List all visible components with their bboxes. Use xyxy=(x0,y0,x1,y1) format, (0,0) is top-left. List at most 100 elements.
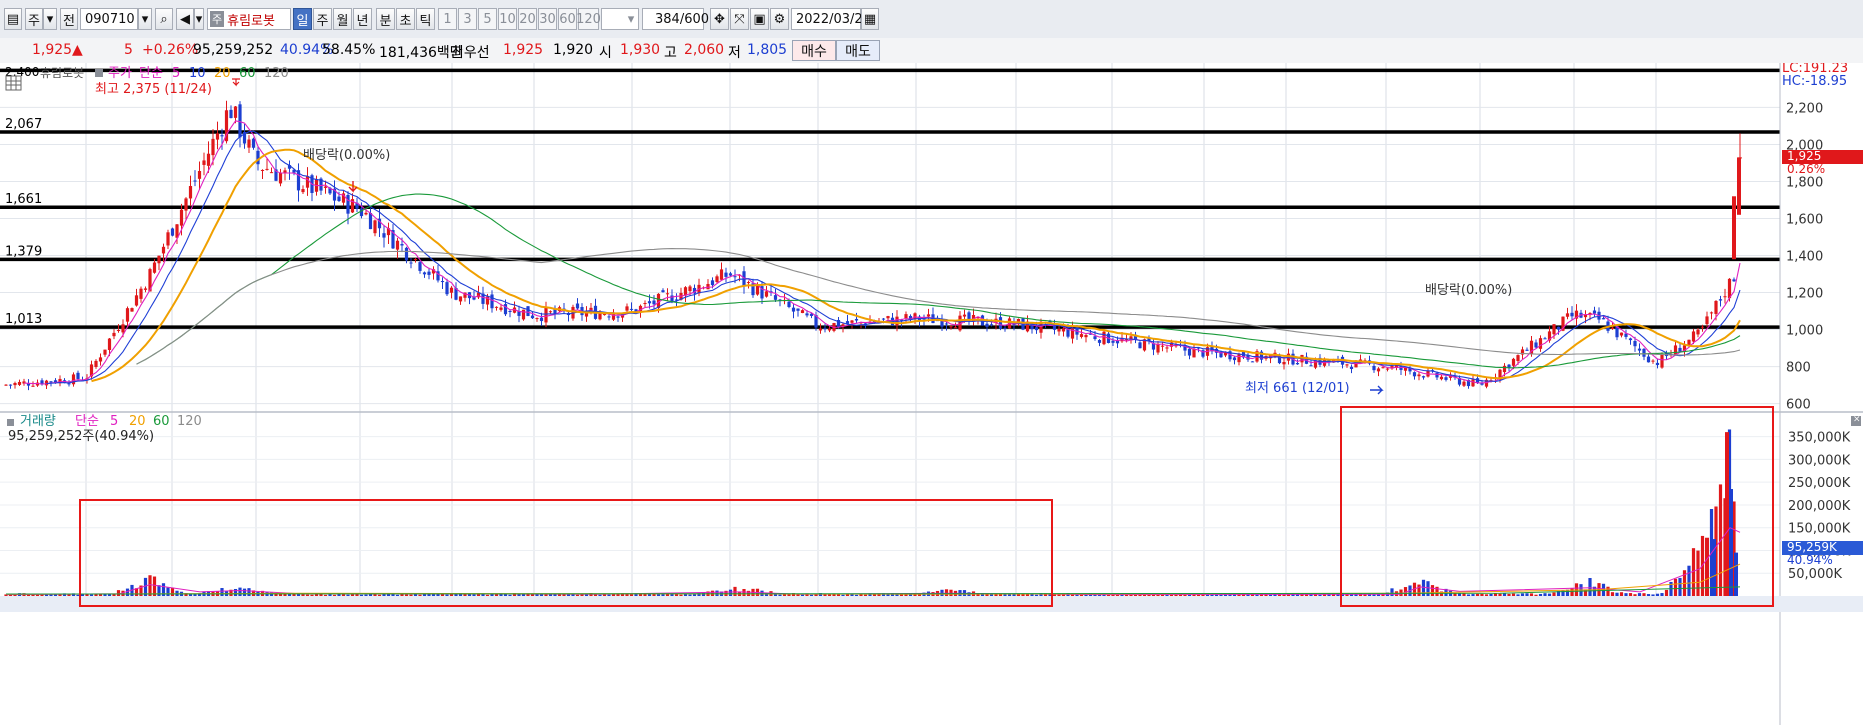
volume-bar xyxy=(364,594,368,596)
zoom-in-icon[interactable]: ✥ xyxy=(710,8,729,30)
interval-1-button[interactable]: 1 xyxy=(438,8,457,30)
stock-name: 휴림로봇 xyxy=(227,13,275,29)
candle-body xyxy=(184,198,188,211)
candle-body xyxy=(1637,348,1642,351)
best-ask: 1,920 xyxy=(553,42,594,58)
custom-interval-dropdown[interactable]: ▾ xyxy=(601,8,639,30)
candle-body xyxy=(1556,326,1561,330)
interval-60-button[interactable]: 60 xyxy=(558,8,577,30)
candle-body xyxy=(1538,338,1543,349)
candle-body xyxy=(1187,348,1192,356)
candle-body xyxy=(247,139,251,148)
volume-value: 95,259,252 xyxy=(193,42,274,58)
stock-chart[interactable]: 2,067 1,661 1,379 1,013 600 800 1,000 1,200 1,4… xyxy=(0,63,1863,725)
candle-body xyxy=(1349,366,1354,370)
candle-body xyxy=(1709,312,1714,314)
data-count-value: 384 xyxy=(655,11,680,27)
candle-body xyxy=(94,360,98,367)
support-line-label: 2,067 xyxy=(5,117,42,132)
volume-bar xyxy=(1687,565,1691,596)
volume-bar xyxy=(1516,594,1520,596)
date-input[interactable]: 2022/03/29 xyxy=(791,8,871,30)
volume-bar xyxy=(328,594,332,596)
volume-bar xyxy=(688,594,692,596)
candle-body xyxy=(953,327,958,329)
tab-weekly[interactable]: 주 xyxy=(313,8,332,30)
volume-bar xyxy=(661,594,665,596)
buy-button[interactable]: 매수 xyxy=(792,40,836,61)
data-count-input[interactable]: 384/600 xyxy=(642,8,709,30)
volume-bar xyxy=(1615,592,1619,596)
candle-body xyxy=(850,320,854,323)
candle-body xyxy=(791,307,796,312)
hc-indicator: HC:-18.95 xyxy=(1782,74,1847,89)
gear-icon[interactable]: ⚙ xyxy=(770,8,789,30)
candle-body xyxy=(1079,334,1084,337)
candle-body xyxy=(364,212,368,215)
chevron-down-icon: ▾ xyxy=(627,11,635,27)
volume-bar xyxy=(535,594,539,596)
calendar-icon[interactable]: ▦ xyxy=(861,8,879,30)
stock-name-field[interactable]: 주 휴림로봇 xyxy=(207,8,291,30)
candle-body xyxy=(1034,327,1039,331)
candle-body xyxy=(1435,372,1439,378)
candle-body xyxy=(1417,374,1421,377)
layout-icon[interactable]: ▤ xyxy=(4,8,22,30)
zoom-out-icon[interactable]: ⤧ xyxy=(730,8,749,30)
volume-bar xyxy=(733,586,737,596)
candle-body xyxy=(1444,377,1448,380)
volume-bar xyxy=(301,594,305,596)
interval-10-button[interactable]: 10 xyxy=(498,8,517,30)
candle-body xyxy=(260,169,265,171)
table-toggle-icon[interactable] xyxy=(5,75,22,91)
volume-bar xyxy=(418,594,422,596)
candle-body xyxy=(121,324,125,333)
tab-minute[interactable]: 분 xyxy=(376,8,395,30)
code-type-selector[interactable]: 전 xyxy=(60,8,78,30)
candle-body xyxy=(1160,345,1165,347)
candle-body xyxy=(926,314,931,317)
tab-second[interactable]: 초 xyxy=(396,8,415,30)
tab-tick[interactable]: 틱 xyxy=(416,8,435,30)
volume-bar xyxy=(1543,593,1547,596)
volume-bar xyxy=(350,594,355,596)
candle-body xyxy=(4,384,8,386)
interval-120-button[interactable]: 120 xyxy=(576,8,601,30)
support-line-label: 1,379 xyxy=(5,244,42,259)
candle-body xyxy=(575,303,580,309)
candle-body xyxy=(1511,358,1516,366)
interval-20-button[interactable]: 20 xyxy=(518,8,537,30)
candle-body xyxy=(139,288,143,299)
period-selector[interactable]: 주 xyxy=(25,8,43,30)
volume-bar xyxy=(598,594,602,596)
interval-3-button[interactable]: 3 xyxy=(458,8,477,30)
stock-code-input[interactable]: 090710 xyxy=(80,8,138,30)
tab-monthly[interactable]: 월 xyxy=(333,8,352,30)
volume-bar xyxy=(692,594,697,596)
interval-5-button[interactable]: 5 xyxy=(478,8,497,30)
volume-bar xyxy=(1507,593,1511,596)
candle-body xyxy=(1610,327,1615,329)
sell-button[interactable]: 매도 xyxy=(836,40,880,61)
tab-yearly[interactable]: 년 xyxy=(353,8,372,30)
candle-body xyxy=(193,180,197,182)
toolbar: ▤ 주 ▾ 전 090710 ▾ ⌕ ◀ ▾ 주 휴림로봇 일 주 월 년 분 초… xyxy=(0,0,1863,39)
volume-bar xyxy=(1637,593,1642,596)
candle-body xyxy=(710,280,715,286)
candle-body xyxy=(395,240,400,250)
chevron-down-icon[interactable]: ▾ xyxy=(43,8,57,30)
save-icon[interactable]: ▣ xyxy=(750,8,769,30)
tab-yearly-label: 년 xyxy=(356,13,369,29)
stock-code-dropdown-icon[interactable]: ▾ xyxy=(138,8,152,30)
volume-bar xyxy=(1520,593,1525,596)
interval-30-button[interactable]: 30 xyxy=(538,8,557,30)
search-icon[interactable]: ⌕ xyxy=(155,8,173,30)
volume-bar xyxy=(220,588,224,596)
speaker-dropdown-icon[interactable]: ▾ xyxy=(194,8,204,30)
candle-body xyxy=(116,330,121,332)
candle-body xyxy=(166,232,170,246)
tab-daily[interactable]: 일 xyxy=(293,8,312,30)
speaker-icon[interactable]: ◀ xyxy=(176,8,194,30)
volume-bar xyxy=(1655,593,1660,596)
high-price: 2,060 xyxy=(684,42,725,58)
